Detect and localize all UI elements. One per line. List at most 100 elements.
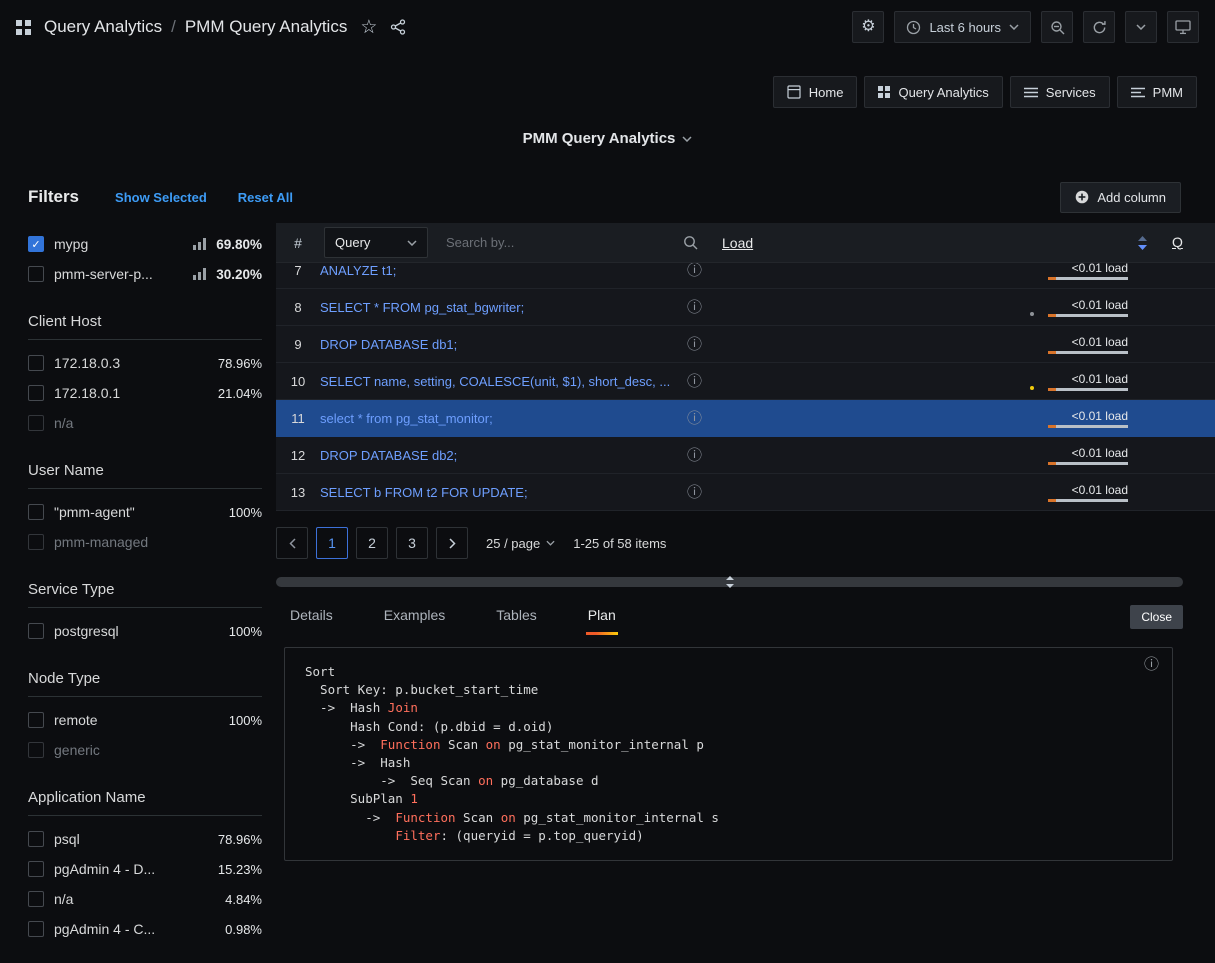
checkbox[interactable]: ✓ — [28, 236, 44, 252]
sort-arrows-icon[interactable] — [1137, 235, 1148, 251]
filter-group: User Name"pmm-agent"100%pmm-managed — [28, 438, 262, 557]
checkbox[interactable] — [28, 921, 44, 937]
search-input[interactable] — [446, 235, 677, 250]
filter-item[interactable]: generic — [28, 735, 262, 765]
tab-plan[interactable]: Plan — [586, 599, 618, 635]
page-button[interactable]: 1 — [316, 527, 348, 559]
monitor-icon — [1175, 20, 1191, 35]
checkbox[interactable] — [28, 742, 44, 758]
plan-line: Filter: (queryid = p.top_queryid) — [305, 827, 1152, 845]
filter-item[interactable]: n/a4.84% — [28, 884, 262, 914]
filter-item[interactable]: ✓mypg69.80% — [28, 229, 262, 259]
page-size-selector[interactable]: 25 / page — [486, 536, 555, 551]
query-link[interactable]: SELECT b FROM t2 FOR UPDATE; — [320, 485, 528, 500]
query-link[interactable]: SELECT * FROM pg_stat_bgwriter; — [320, 300, 524, 315]
zoom-out-button[interactable] — [1041, 11, 1073, 43]
query-column-dropdown[interactable]: Query — [324, 227, 428, 258]
details-tabs: Details Examples Tables Plan Close — [276, 599, 1183, 635]
checkbox[interactable] — [28, 534, 44, 550]
query-link[interactable]: DROP DATABASE db1; — [320, 337, 457, 352]
info-icon[interactable]: ⓘ — [679, 448, 702, 463]
info-icon[interactable]: ⓘ — [679, 485, 702, 500]
breadcrumb-query-analytics[interactable]: Query Analytics — [44, 17, 162, 37]
checkbox[interactable] — [28, 266, 44, 282]
info-icon[interactable]: ⓘ — [679, 374, 702, 389]
dashboard-settings-button[interactable]: ⚙ — [852, 11, 884, 43]
tab-details[interactable]: Details — [288, 599, 335, 635]
table-row[interactable]: 9DROP DATABASE db1;ⓘ<0.01 load — [276, 326, 1215, 363]
checkbox[interactable] — [28, 385, 44, 401]
checkbox[interactable] — [28, 831, 44, 847]
refresh-button[interactable] — [1083, 11, 1115, 43]
filter-item[interactable]: pgAdmin 4 - D...15.23% — [28, 854, 262, 884]
search-icon[interactable] — [683, 235, 698, 250]
gear-icon: ⚙ — [861, 19, 875, 35]
filter-item[interactable]: postgresql100% — [28, 616, 262, 646]
info-icon[interactable]: ⓘ — [679, 300, 702, 315]
query-link[interactable]: select * from pg_stat_monitor; — [320, 411, 493, 426]
next-page-button[interactable] — [436, 527, 468, 559]
tv-mode-button[interactable] — [1167, 11, 1199, 43]
nav-button-services[interactable]: Services — [1010, 76, 1110, 108]
page-button[interactable]: 3 — [396, 527, 428, 559]
filter-item[interactable]: 172.18.0.121.04% — [28, 378, 262, 408]
info-icon[interactable]: ⓘ — [679, 263, 702, 278]
table-row[interactable]: 10SELECT name, setting, COALESCE(unit, $… — [276, 363, 1215, 400]
share-icon[interactable] — [390, 19, 406, 35]
page-button[interactable]: 2 — [356, 527, 388, 559]
filter-item[interactable]: 172.18.0.378.96% — [28, 348, 262, 378]
tab-examples[interactable]: Examples — [382, 599, 447, 635]
filter-item[interactable]: pgAdmin 4 - C...0.98% — [28, 914, 262, 944]
filter-item-label: 172.18.0.1 — [54, 385, 208, 401]
checkbox[interactable] — [28, 355, 44, 371]
resize-handle-icon[interactable] — [725, 576, 735, 588]
page-title[interactable]: PMM Query Analytics — [523, 130, 676, 147]
panel-splitter[interactable] — [276, 577, 1183, 587]
load-value: <0.01 load — [1048, 298, 1128, 312]
nav-button-home[interactable]: Home — [773, 76, 858, 108]
load-bar — [1048, 351, 1128, 354]
previous-page-button[interactable] — [276, 527, 308, 559]
query-link[interactable]: ANALYZE t1; — [320, 263, 396, 278]
apps-grid-icon[interactable] — [16, 20, 31, 35]
close-button[interactable]: Close — [1130, 605, 1183, 629]
table-row[interactable]: 12DROP DATABASE db2;ⓘ<0.01 load — [276, 437, 1215, 474]
filter-group: Application Namepsql78.96%pgAdmin 4 - D.… — [28, 765, 262, 944]
star-icon[interactable]: ☆ — [360, 18, 377, 37]
chevron-down-icon[interactable] — [682, 136, 692, 142]
checkbox[interactable] — [28, 623, 44, 639]
reset-all-link[interactable]: Reset All — [238, 190, 293, 205]
checkbox[interactable] — [28, 415, 44, 431]
add-column-button[interactable]: Add column — [1060, 182, 1181, 213]
column-header-load[interactable]: Load — [722, 235, 753, 251]
filter-item[interactable]: remote100% — [28, 705, 262, 735]
query-link[interactable]: DROP DATABASE db2; — [320, 448, 457, 463]
breadcrumb-pmm-query-analytics[interactable]: PMM Query Analytics — [185, 17, 348, 37]
table-row[interactable]: 13SELECT b FROM t2 FOR UPDATE;ⓘ<0.01 loa… — [276, 474, 1215, 511]
checkbox[interactable] — [28, 891, 44, 907]
show-selected-link[interactable]: Show Selected — [115, 190, 207, 205]
checkbox[interactable] — [28, 504, 44, 520]
tab-tables[interactable]: Tables — [494, 599, 538, 635]
nav-button-query-analytics[interactable]: Query Analytics — [864, 76, 1002, 108]
filter-item[interactable]: psql78.96% — [28, 824, 262, 854]
filter-item[interactable]: n/a — [28, 408, 262, 438]
filter-item[interactable]: "pmm-agent"100% — [28, 497, 262, 527]
table-row[interactable]: 7ANALYZE t1;ⓘ<0.01 load — [276, 263, 1215, 289]
query-link[interactable]: SELECT name, setting, COALESCE(unit, $1)… — [320, 374, 670, 389]
column-header-next[interactable]: Q — [1162, 234, 1183, 250]
filter-item[interactable]: pmm-server-p...30.20% — [28, 259, 262, 289]
table-row[interactable]: 11select * from pg_stat_monitor;ⓘ<0.01 l… — [276, 400, 1215, 437]
info-icon[interactable]: ⓘ — [679, 411, 702, 426]
checkbox[interactable] — [28, 861, 44, 877]
info-icon[interactable]: ⓘ — [1144, 657, 1159, 672]
info-icon[interactable]: ⓘ — [679, 337, 702, 352]
filter-item-label: "pmm-agent" — [54, 504, 219, 520]
filter-item[interactable]: pmm-managed — [28, 527, 262, 557]
table-row[interactable]: 8SELECT * FROM pg_stat_bgwriter;ⓘ<0.01 l… — [276, 289, 1215, 326]
time-range-picker[interactable]: Last 6 hours — [894, 11, 1031, 43]
load-cell: <0.01 load — [712, 263, 1162, 280]
checkbox[interactable] — [28, 712, 44, 728]
refresh-interval-dropdown[interactable] — [1125, 11, 1157, 43]
nav-button-pmm[interactable]: PMM — [1117, 76, 1197, 108]
